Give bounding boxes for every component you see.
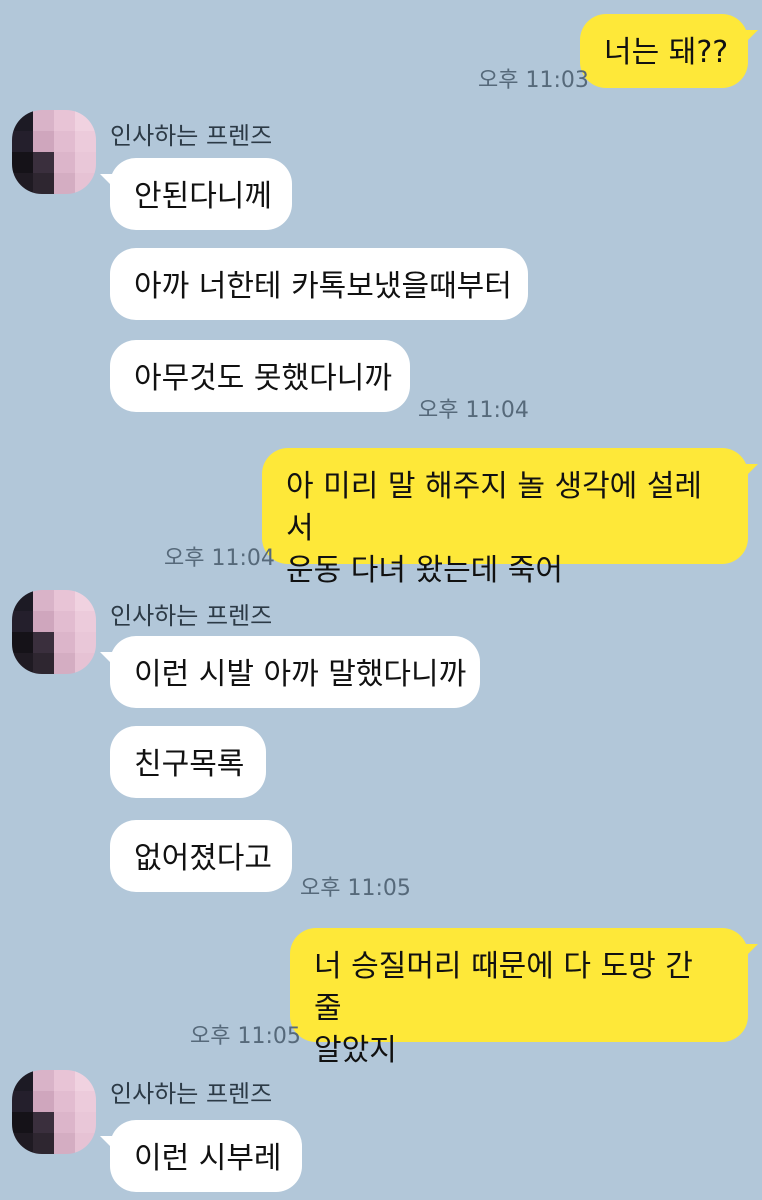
sender-name: 인사하는 프렌즈	[110, 602, 273, 630]
sender-avatar[interactable]	[12, 1070, 96, 1154]
message-timestamp: 오후 11:03	[478, 68, 589, 93]
message-text: 아까 너한테 카톡보냈을때부터	[134, 269, 512, 304]
sender-avatar[interactable]	[12, 590, 96, 674]
message-timestamp: 오후 11:04	[418, 398, 529, 423]
message-text: 이런 시부레	[134, 1141, 282, 1176]
sender-name: 인사하는 프렌즈	[110, 1080, 273, 1108]
message-text: 아무것도 못했다니까	[134, 361, 392, 396]
message-timestamp: 오후 11:04	[164, 546, 275, 571]
incoming-message-bubble[interactable]: 아까 너한테 카톡보냈을때부터	[110, 248, 528, 320]
message-text: 너 승질머리 때문에 다 도망 간 줄	[314, 949, 693, 1026]
incoming-message-bubble[interactable]: 없어졌다고	[110, 820, 292, 892]
message-text: 운동 다녀 왔는데 죽어	[286, 553, 564, 588]
message-text: 아 미리 말 해주지 놀 생각에 설레서	[286, 469, 703, 546]
incoming-message-bubble[interactable]: 아무것도 못했다니까	[110, 340, 410, 412]
outgoing-message-bubble[interactable]: 아 미리 말 해주지 놀 생각에 설레서 운동 다녀 왔는데 죽어	[262, 448, 758, 588]
incoming-message-bubble[interactable]: 안된다니께	[100, 158, 292, 230]
message-text: 이런 시발 아까 말했다니까	[134, 657, 467, 692]
message-text: 없어졌다고	[134, 841, 272, 876]
sender-avatar[interactable]	[12, 110, 96, 194]
outgoing-message-bubble[interactable]: 너 승질머리 때문에 다 도망 간 줄 알았지	[290, 928, 758, 1068]
sender-name: 인사하는 프렌즈	[110, 122, 273, 150]
message-text: 친구목록	[134, 747, 245, 782]
outgoing-message-bubble[interactable]: 너는 돼??	[580, 14, 758, 88]
message-text: 안된다니께	[134, 179, 272, 214]
incoming-message-bubble[interactable]: 친구목록	[110, 726, 266, 798]
message-timestamp: 오후 11:05	[190, 1024, 301, 1049]
incoming-message-bubble[interactable]: 이런 시부레	[100, 1120, 302, 1192]
message-text: 너는 돼??	[604, 35, 729, 70]
message-timestamp: 오후 11:05	[300, 876, 411, 901]
message-text: 알았지	[314, 1033, 397, 1068]
incoming-message-bubble[interactable]: 이런 시발 아까 말했다니까	[100, 636, 480, 708]
